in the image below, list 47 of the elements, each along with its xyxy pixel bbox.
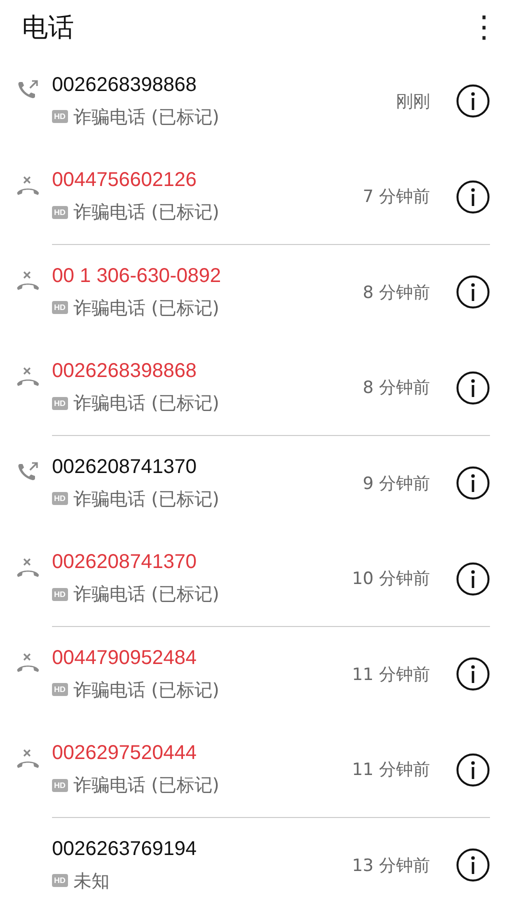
call-time: 8 分钟前 <box>362 282 430 304</box>
page-title: 电话 <box>22 12 74 44</box>
hd-badge: HD <box>52 683 68 696</box>
call-time: 13 分钟前 <box>352 854 430 877</box>
call-label: 诈骗电话 (已标记) <box>74 296 220 320</box>
call-time: 8 分钟前 <box>362 377 430 400</box>
info-icon[interactable] <box>456 466 490 500</box>
hd-badge: HD <box>52 588 68 601</box>
phone-number: 0026208741370 <box>52 551 198 574</box>
phone-number: 0044790952484 <box>52 646 198 670</box>
phone-number: 0026297520444 <box>52 742 198 766</box>
call-time: 11 分钟前 <box>352 759 430 782</box>
info-icon[interactable] <box>456 848 490 882</box>
hd-badge: HD <box>52 492 68 506</box>
call-time: 7 分钟前 <box>362 186 430 208</box>
hd-badge: HD <box>52 206 68 219</box>
call-label: 诈骗电话 (已标记) <box>74 583 220 606</box>
call-label: 诈骗电话 (已标记) <box>74 392 220 416</box>
call-label: 诈骗电话 (已标记) <box>74 488 220 511</box>
hd-badge: HD <box>52 301 68 314</box>
info-icon[interactable] <box>456 752 490 787</box>
info-icon[interactable] <box>456 657 490 692</box>
call-time: 9 分钟前 <box>362 472 430 495</box>
phone-number: 0044756602126 <box>52 169 198 192</box>
call-time: 10 分钟前 <box>352 568 430 590</box>
phone-number: 00 1 306-630-0892 <box>52 264 222 288</box>
call-label: 诈骗电话 (已标记) <box>74 774 220 798</box>
info-icon[interactable] <box>456 562 490 596</box>
hd-badge: HD <box>52 396 68 410</box>
call-time: 11 分钟前 <box>352 664 430 686</box>
info-icon[interactable] <box>456 84 490 118</box>
menu-button[interactable]: ⋮ <box>465 10 503 44</box>
phone-number: 0026263769194 <box>52 838 198 861</box>
phone-number: 0026268398868 <box>52 74 198 97</box>
info-icon[interactable] <box>456 180 490 214</box>
info-icon[interactable] <box>456 275 490 310</box>
hd-badge: HD <box>52 778 68 792</box>
call-label: 诈骗电话 (已标记) <box>74 106 220 129</box>
hd-badge: HD <box>52 874 68 888</box>
call-label: 诈骗电话 (已标记) <box>74 678 220 702</box>
info-icon[interactable] <box>456 370 490 405</box>
call-label: 诈骗电话 (已标记) <box>74 201 220 224</box>
phone-number: 0026268398868 <box>52 360 198 384</box>
call-label: 未知 <box>74 870 110 893</box>
hd-badge: HD <box>52 110 68 124</box>
call-time: 刚刚 <box>396 90 430 113</box>
phone-number: 0026208741370 <box>52 456 198 479</box>
